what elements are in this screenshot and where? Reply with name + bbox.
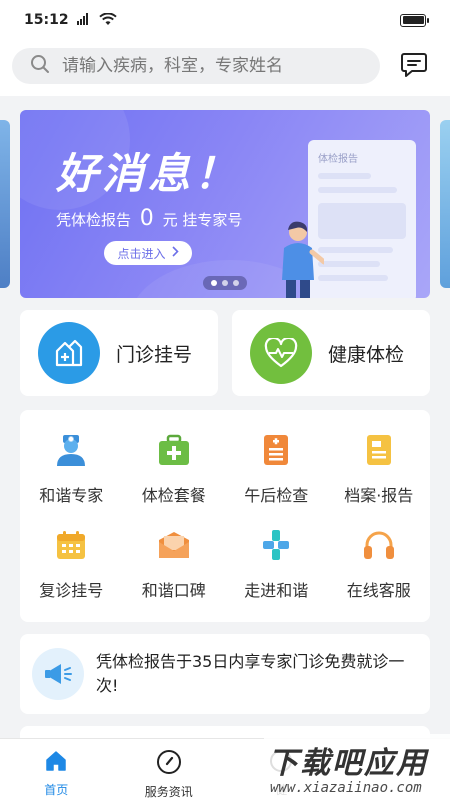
health-checkup-label: 健康体检 bbox=[328, 343, 405, 366]
chevron-right-icon bbox=[171, 246, 179, 260]
report-illustration: 体检报告 bbox=[308, 140, 416, 298]
banner-sub-amount: 0 bbox=[139, 206, 154, 231]
grid-item-label: 和谐专家 bbox=[39, 486, 104, 505]
announcement-text: 凭体检报告于35日内享专家门诊免费就诊一次! bbox=[96, 652, 405, 695]
banner-subtitle: 凭体检报告 0 元 挂专家号 bbox=[56, 206, 242, 231]
grid-item-afternoon-exam[interactable]: 午后检查 bbox=[225, 432, 328, 526]
medical-kit-icon bbox=[156, 432, 192, 468]
grid-item-label: 午后检查 bbox=[244, 486, 309, 505]
report-title: 体检报告 bbox=[318, 154, 358, 165]
carousel-dot[interactable] bbox=[211, 280, 217, 286]
grid-item-label: 走进和谐 bbox=[244, 581, 309, 600]
carousel-dot[interactable] bbox=[222, 280, 228, 286]
banner-sub-prefix: 凭体检报告 bbox=[56, 211, 132, 229]
tab-service-news-label: 服务资讯 bbox=[144, 785, 193, 799]
doctor-icon bbox=[53, 432, 89, 468]
battery-icon bbox=[400, 13, 429, 27]
grid-item-online-service[interactable]: 在线客服 bbox=[328, 527, 431, 621]
grid-item-checkup-packages[interactable]: 体检套餐 bbox=[123, 432, 226, 526]
banner-sub-suffix: 元 挂专家号 bbox=[162, 211, 243, 229]
cross-icon bbox=[258, 527, 294, 563]
status-time: 15:12 bbox=[24, 12, 69, 28]
search-input[interactable] bbox=[62, 56, 362, 76]
outpatient-registration-label: 门诊挂号 bbox=[116, 343, 193, 366]
grid-item-label: 复诊挂号 bbox=[39, 581, 104, 600]
grid-item-label: 和谐口碑 bbox=[141, 581, 206, 600]
file-icon bbox=[361, 432, 397, 468]
headset-icon bbox=[361, 527, 397, 563]
grid-item-reputation[interactable]: 和谐口碑 bbox=[123, 527, 226, 621]
doctor-illustration bbox=[274, 218, 327, 298]
banner-headline: 好消息！ bbox=[56, 149, 241, 198]
banner-next-peek[interactable] bbox=[440, 120, 450, 288]
banner-prev-peek[interactable] bbox=[0, 120, 10, 288]
outpatient-registration-card[interactable]: 门诊挂号 bbox=[20, 310, 218, 396]
service-grid: 和谐专家 体检套餐 午后检查 档案·报告 复诊挂号 和谐口碑 走进和谐 在线客服 bbox=[20, 410, 430, 622]
hospital-icon bbox=[38, 322, 100, 384]
grid-item-label: 体检套餐 bbox=[141, 486, 206, 505]
megaphone-icon bbox=[32, 648, 84, 700]
search-icon bbox=[30, 54, 50, 78]
grid-item-label: 在线客服 bbox=[346, 581, 411, 600]
promo-banner[interactable]: 好消息！ 凭体检报告 0 元 挂专家号 点击进入 体检报告 bbox=[20, 110, 430, 298]
status-bar: 15:12 bbox=[0, 0, 450, 40]
message-button[interactable] bbox=[398, 51, 430, 83]
carousel-indicator bbox=[203, 276, 247, 290]
watermark-title: 下载吧应用 bbox=[268, 746, 428, 781]
signal-icon bbox=[76, 12, 93, 28]
message-icon bbox=[400, 52, 428, 82]
home-icon bbox=[44, 749, 68, 777]
compass-icon bbox=[156, 749, 182, 779]
tab-home-label: 首页 bbox=[44, 783, 69, 797]
top-header bbox=[0, 40, 450, 96]
banner-enter-label: 点击进入 bbox=[117, 246, 166, 261]
carousel-dot[interactable] bbox=[233, 280, 239, 286]
watermark-url: www.xiazaiinao.com bbox=[270, 780, 422, 796]
announcement-card[interactable]: 凭体检报告于35日内享专家门诊免费就诊一次! bbox=[20, 634, 430, 714]
tab-service-news[interactable]: 服务资讯 bbox=[113, 739, 226, 800]
grid-item-follow-up[interactable]: 复诊挂号 bbox=[20, 527, 123, 621]
watermark: 下载吧应用 www.xiazaiinao.com bbox=[264, 734, 450, 800]
grid-item-label: 档案·报告 bbox=[344, 486, 414, 505]
health-checkup-card[interactable]: 健康体检 bbox=[232, 310, 430, 396]
search-bar[interactable] bbox=[12, 48, 380, 84]
checklist-icon bbox=[258, 432, 294, 468]
heart-pulse-icon bbox=[250, 322, 312, 384]
wifi-icon bbox=[98, 11, 117, 30]
grid-item-about[interactable]: 走进和谐 bbox=[225, 527, 328, 621]
envelope-icon bbox=[156, 527, 192, 563]
calendar-icon bbox=[53, 527, 89, 563]
grid-item-records-reports[interactable]: 档案·报告 bbox=[328, 432, 431, 526]
banner-enter-button[interactable]: 点击进入 bbox=[104, 241, 192, 265]
grid-item-experts[interactable]: 和谐专家 bbox=[20, 432, 123, 526]
tab-home[interactable]: 首页 bbox=[0, 739, 113, 800]
